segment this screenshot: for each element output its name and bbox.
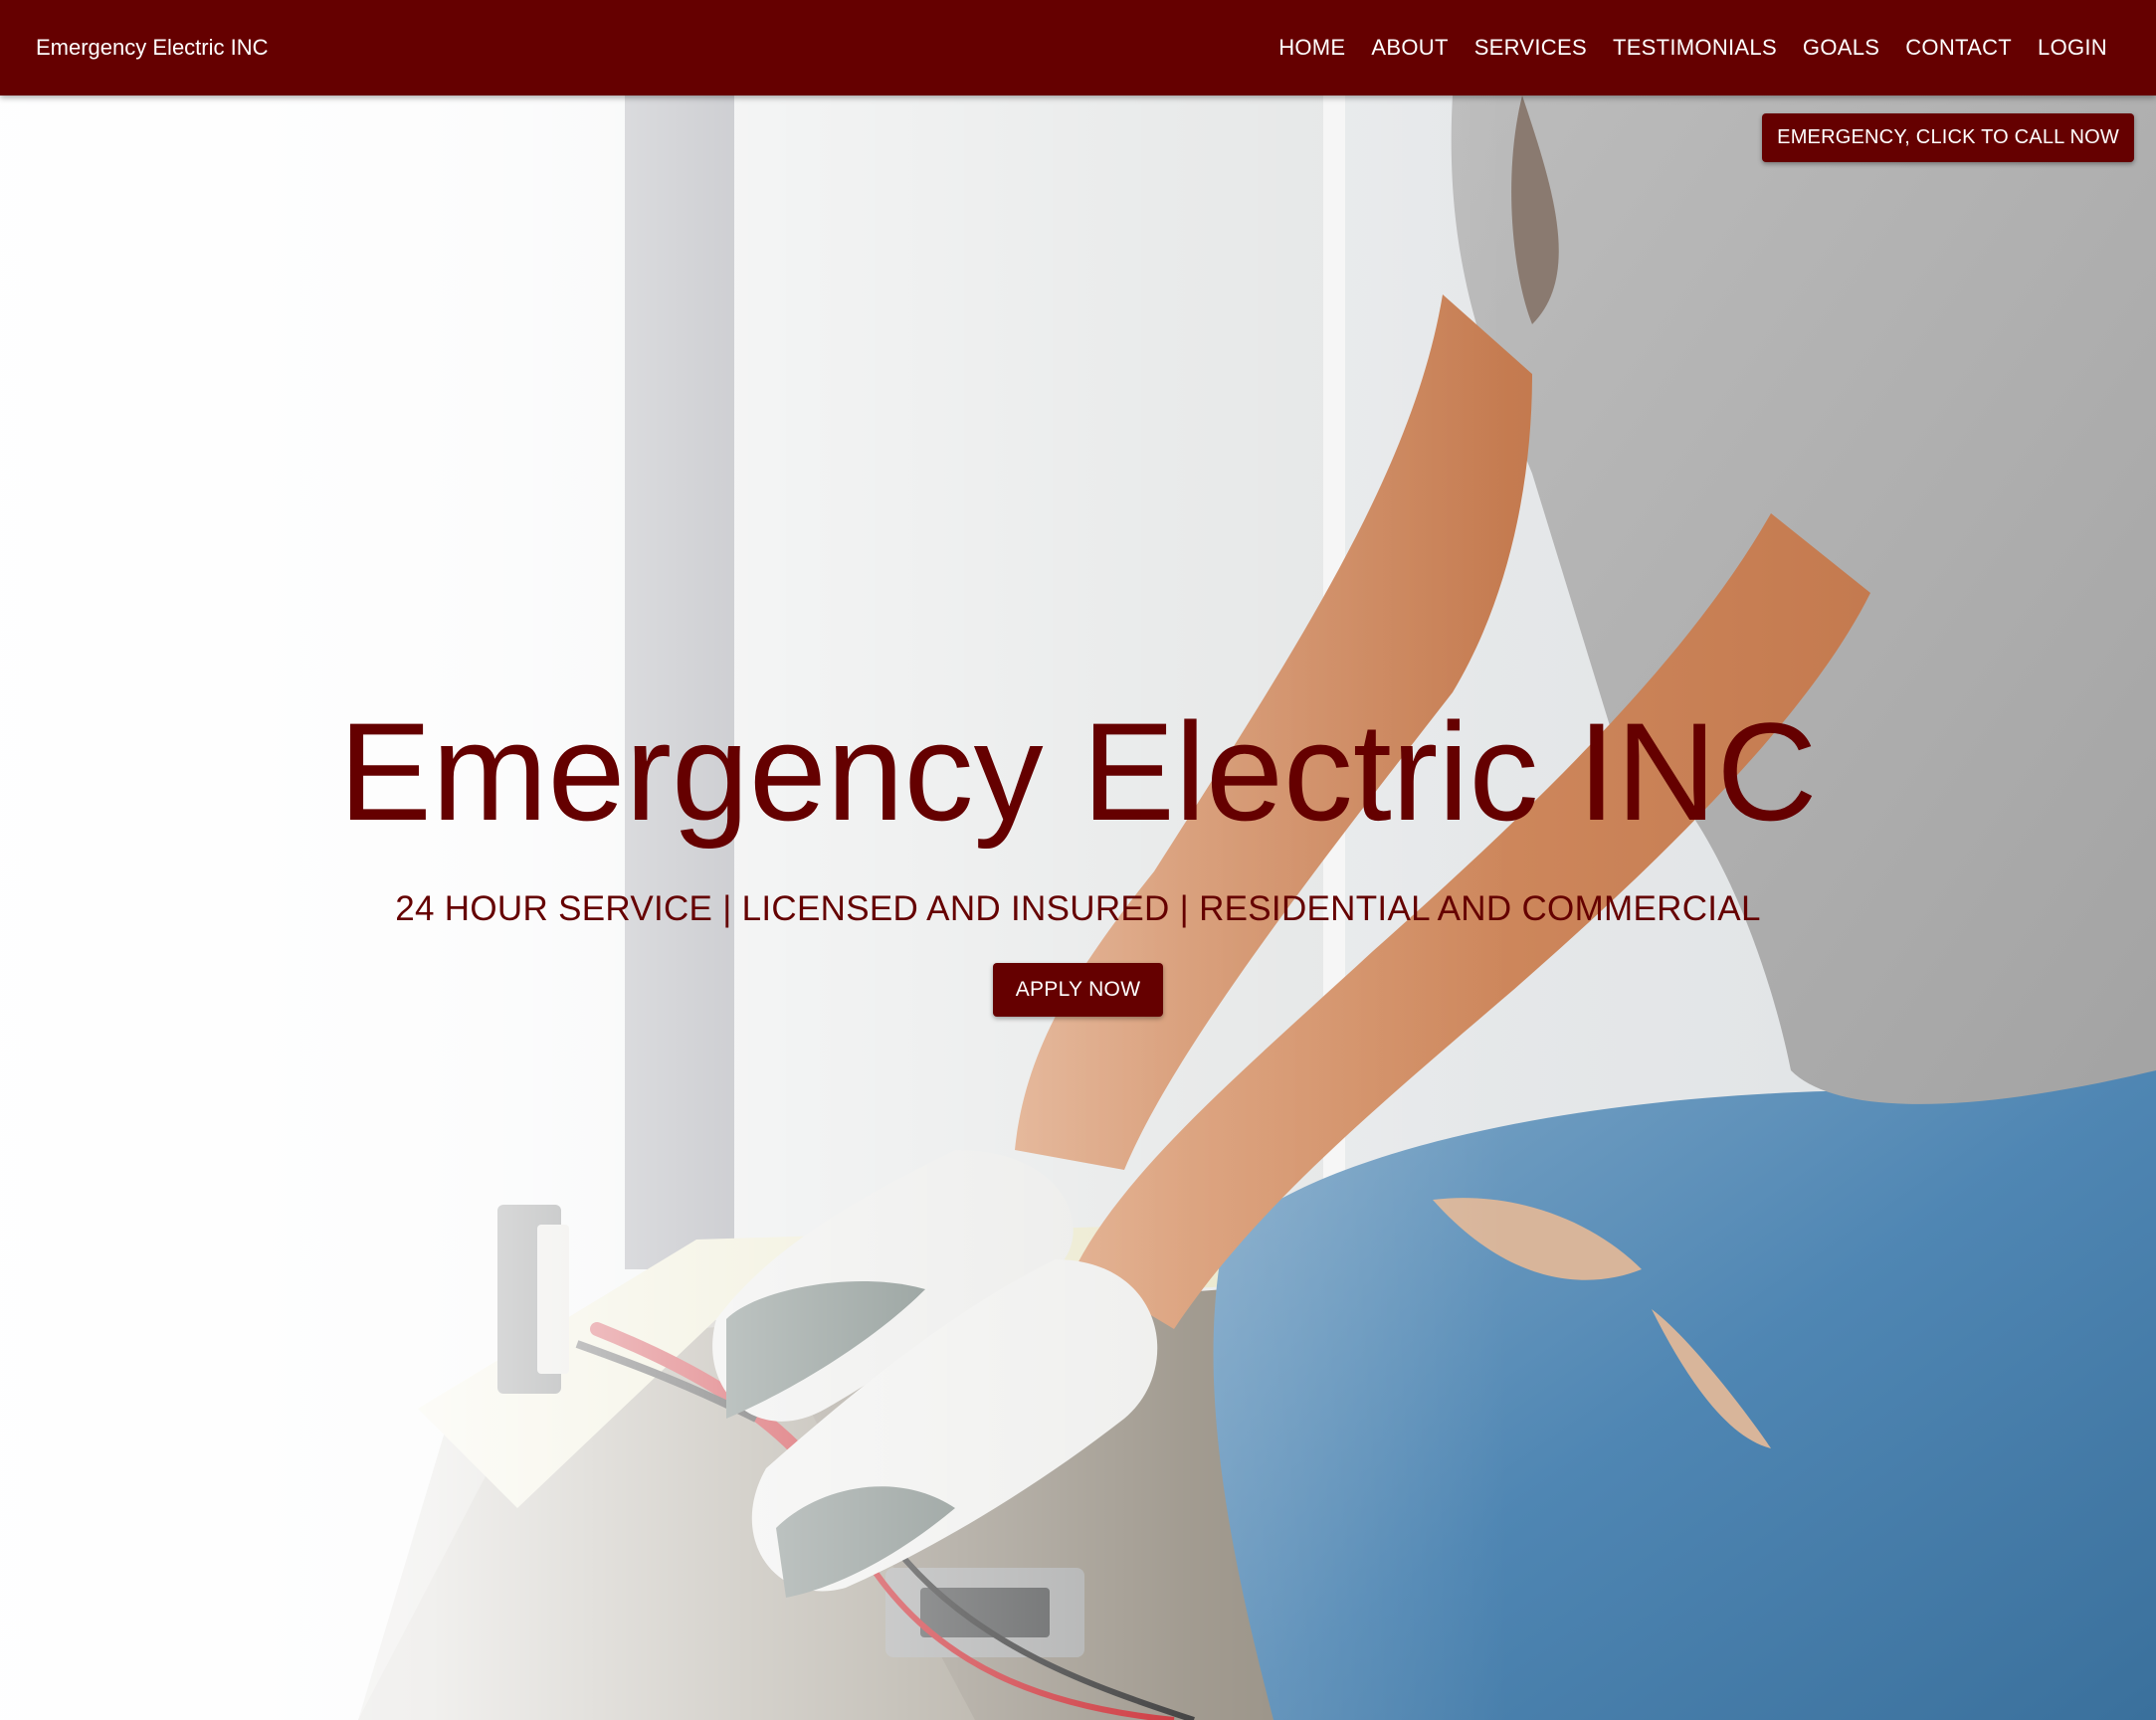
nav-item-about: ABOUT [1358, 35, 1461, 61]
nav-link-home[interactable]: HOME [1266, 35, 1358, 61]
nav-item-goals: GOALS [1790, 35, 1892, 61]
top-navbar: Emergency Electric INC HOME ABOUT SERVIC… [0, 0, 2156, 96]
brand-link[interactable]: Emergency Electric INC [36, 0, 269, 96]
nav-link-contact[interactable]: CONTACT [1892, 35, 2025, 61]
hero-section: EMERGENCY, CLICK TO CALL NOW Emergency E… [0, 96, 2156, 1720]
nav-link-services[interactable]: SERVICES [1462, 35, 1600, 61]
apply-now-button[interactable]: APPLY NOW [992, 963, 1164, 1017]
nav-item-testimonials: TESTIMONIALS [1600, 35, 1790, 61]
nav-item-contact: CONTACT [1892, 35, 2025, 61]
nav-links: HOME ABOUT SERVICES TESTIMONIALS GOALS C… [1266, 0, 2120, 96]
nav-link-goals[interactable]: GOALS [1790, 35, 1892, 61]
nav-link-about[interactable]: ABOUT [1358, 35, 1461, 61]
nav-item-services: SERVICES [1462, 35, 1600, 61]
emergency-call-button[interactable]: EMERGENCY, CLICK TO CALL NOW [1762, 113, 2134, 162]
page: Emergency Electric INC HOME ABOUT SERVIC… [0, 0, 2156, 1720]
hero-subtitle: 24 HOUR SERVICE | LICENSED AND INSURED |… [395, 889, 1761, 928]
hero-content: Emergency Electric INC 24 HOUR SERVICE |… [0, 702, 2156, 1017]
nav-link-testimonials[interactable]: TESTIMONIALS [1600, 35, 1790, 61]
nav-item-login: LOGIN [2025, 35, 2120, 61]
hero-title: Emergency Electric INC [338, 693, 1818, 850]
nav-item-home: HOME [1266, 35, 1358, 61]
nav-link-login[interactable]: LOGIN [2025, 35, 2120, 61]
